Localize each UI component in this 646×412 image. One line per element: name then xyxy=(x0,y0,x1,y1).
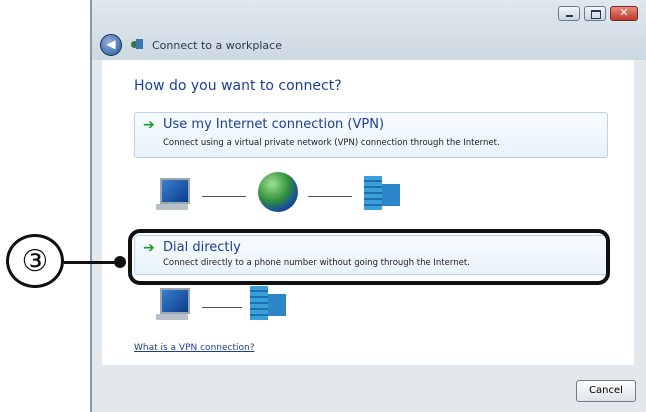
computer-icon xyxy=(156,178,192,212)
wizard-content: How do you want to connect? ➔ Use my Int… xyxy=(102,60,634,365)
option-vpn[interactable]: ➔ Use my Internet connection (VPN) Conne… xyxy=(134,112,608,158)
connection-line xyxy=(308,196,352,197)
title-bar: ◀ Connect to a workplace xyxy=(92,0,646,60)
green-arrow-icon: ➔ xyxy=(143,117,155,133)
network-wizard-icon xyxy=(130,38,144,52)
close-button[interactable] xyxy=(610,6,638,21)
computer-icon xyxy=(156,288,192,322)
window-controls xyxy=(558,6,638,21)
callout-leader-line xyxy=(64,261,118,264)
connect-workplace-window: ◀ Connect to a workplace How do you want… xyxy=(90,0,646,412)
back-arrow-icon[interactable]: ◀ xyxy=(100,34,122,56)
maximize-button[interactable] xyxy=(584,6,606,21)
office-building-icon xyxy=(364,176,402,210)
wizard-footer: Cancel xyxy=(92,366,646,412)
callout-highlight-frame xyxy=(128,229,610,285)
page-heading: How do you want to connect? xyxy=(134,78,342,94)
globe-icon xyxy=(258,172,298,212)
minimize-button[interactable] xyxy=(558,6,580,21)
callout-number: ③ xyxy=(6,234,64,288)
connection-line xyxy=(202,307,242,308)
cancel-button[interactable]: Cancel xyxy=(576,380,636,402)
wizard-nav: ◀ Connect to a workplace xyxy=(100,34,282,56)
option-vpn-description: Connect using a virtual private network … xyxy=(163,138,500,148)
option-vpn-title: Use my Internet connection (VPN) xyxy=(163,117,385,132)
connection-line xyxy=(202,196,246,197)
callout-leader-dot xyxy=(114,256,126,268)
wizard-title: Connect to a workplace xyxy=(152,38,282,52)
office-building-icon xyxy=(250,286,288,320)
vpn-help-link[interactable]: What is a VPN connection? xyxy=(134,343,254,353)
